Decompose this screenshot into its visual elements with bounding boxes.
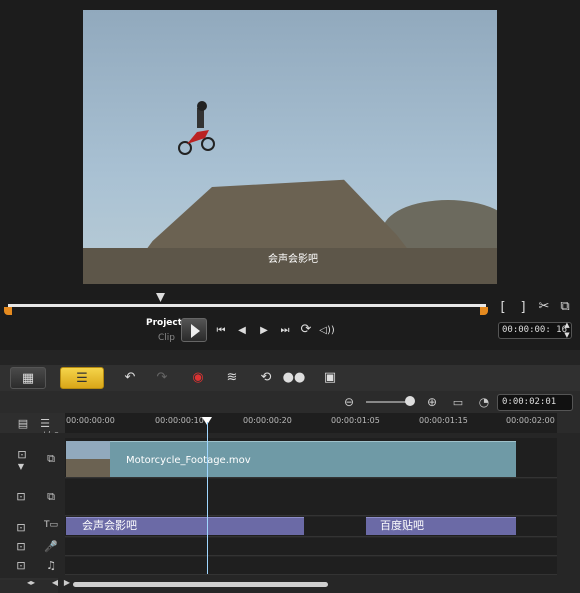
track-manager-icon[interactable]: ▤ [14,417,32,430]
voice-track[interactable] [65,538,557,556]
preview-subtitle: 会声会影吧 [268,254,318,265]
lock-track-icon[interactable]: ⊡ [14,521,28,534]
subtitle-icon[interactable]: ▣ [312,367,348,389]
ruler-label: 00:00:02:00 [506,416,555,425]
title-clip[interactable]: 百度贴吧 [366,517,516,535]
scrollbar-thumb[interactable] [73,582,328,587]
music-track-icon: ♫ [46,559,56,572]
title-clip-label: 百度贴吧 [380,519,424,532]
trim-start-handle[interactable] [4,307,12,315]
zoom-out-icon[interactable]: ⊖ [342,395,356,409]
redo-icon[interactable]: ↷ [144,367,180,389]
enlarge-icon[interactable]: ⧉ [557,299,573,315]
ruler-label: 00:00:00:10 [155,416,204,425]
scrubber-track[interactable] [8,304,486,307]
scissors-icon[interactable]: ✂ [536,299,552,315]
undo-icon[interactable]: ↶ [112,367,148,389]
film-icon: ▦ [21,371,35,386]
title-clip[interactable]: 会声会影吧 [66,517,304,535]
volume-icon[interactable]: ◁)) [319,323,335,339]
project-duration-timecode[interactable]: 0:00:02:01 [497,394,573,411]
next-frame-icon[interactable]: ▶ [256,323,272,339]
video-preview-screen: 会声会影吧 [83,10,497,284]
track-manager-icon[interactable]: ●● [276,367,312,389]
ruler-label: 00:00:00:00 [66,416,115,425]
end-icon[interactable]: ⏭ [277,323,293,339]
scroll-right-icon[interactable]: ▶ [62,578,72,587]
ruler-label: 00:00:00:20 [243,416,292,425]
title-clip-label: 会声会影吧 [82,519,137,532]
play-icon [191,324,200,338]
lock-track-icon[interactable]: ⊡ [14,559,28,572]
voice-track-icon: 🎤 [44,540,58,553]
video-clip-thumbnail [66,441,110,477]
clip-mode-label[interactable]: Clip [158,333,175,343]
trim-end-handle[interactable] [480,307,488,315]
expand-track-icon[interactable]: ▼ [14,462,28,471]
project-mode-label[interactable]: Project [146,318,182,328]
scroll-left-icon[interactable]: ◀ [50,578,60,587]
lock-track-icon[interactable]: ⊡ [12,448,32,461]
play-button[interactable] [181,318,207,342]
video-clip-label: Motorcycle_Footage.mov [126,455,251,466]
fit-project-icon[interactable]: ▭ [451,396,465,409]
fit-timeline-icon[interactable]: ◂▸ [20,578,42,587]
timeline-icon: ☰ [76,371,88,386]
lock-track-icon[interactable]: ⊡ [14,490,28,503]
playhead-line[interactable] [207,422,208,574]
video-track-icon: ⧉ [47,452,55,465]
timeline-view-button[interactable]: ☰ [60,367,104,389]
motorcycle-rider [178,101,215,155]
preview-timecode[interactable]: 00:00:00: 16 [498,322,572,339]
menu-list-icon[interactable]: ☰ [36,417,54,430]
music-track[interactable] [65,557,557,575]
record-icon[interactable]: ◉ [180,367,216,389]
timecode-stepper-icon[interactable]: ▲ ▼ [562,320,572,340]
previous-frame-icon[interactable]: ◀ [234,323,250,339]
zoom-bar [0,391,580,413]
ruler-label: 00:00:01:05 [331,416,380,425]
zoom-in-icon[interactable]: ⊕ [425,395,439,409]
storyboard-view-button[interactable]: ▦ [10,367,46,389]
clock-icon: ◔ [478,395,490,409]
home-icon[interactable]: ⏮ [213,323,229,339]
repeat-icon[interactable]: ⟳ [298,322,314,338]
mark-in-button[interactable]: [ [496,300,510,316]
overlay-track[interactable] [65,479,557,516]
timeline-ruler[interactable] [65,413,557,433]
mark-out-button[interactable]: ] [516,300,530,316]
zoom-slider-handle[interactable] [405,396,415,406]
overlay-track-icon: ⧉ [47,490,55,503]
lock-track-icon[interactable]: ⊡ [14,540,28,553]
title-track-icon: T▭ [43,520,58,530]
audio-wave-icon[interactable]: ≋ [214,367,250,389]
panel-divider[interactable] [0,350,580,365]
ruler-label: 00:00:01:15 [419,416,468,425]
